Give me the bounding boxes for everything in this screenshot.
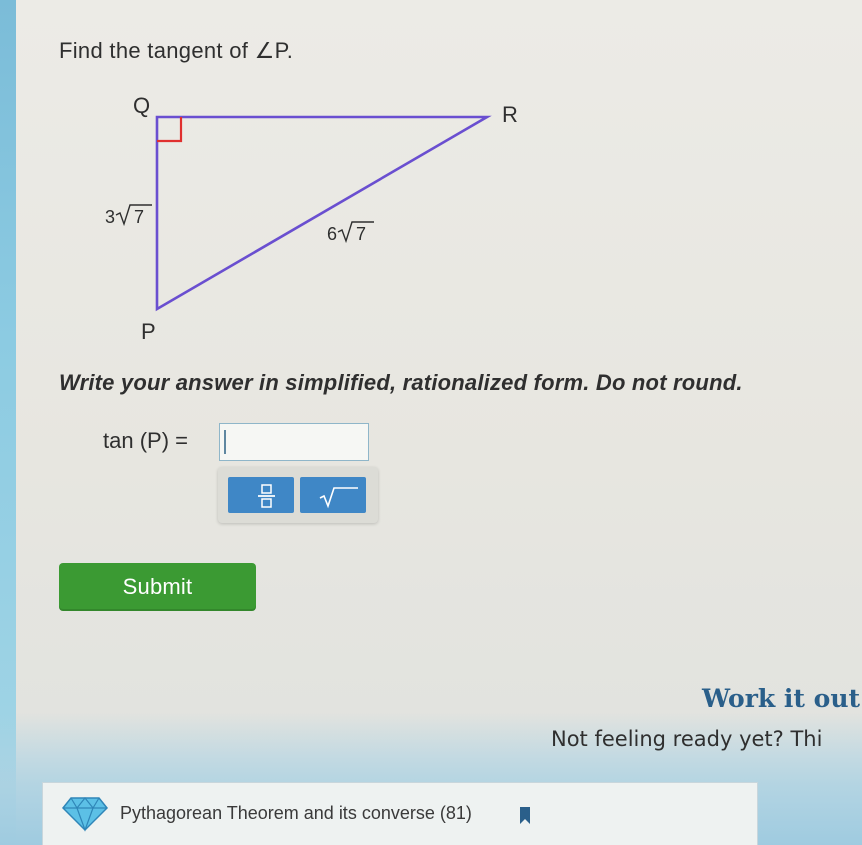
fraction-icon [258,484,275,508]
work-it-out-heading: Work it out [702,684,861,713]
side-label-qp: 3 7 [105,204,152,227]
bookmark-icon[interactable] [519,807,531,825]
answer-label: tan (P) = [103,428,188,453]
text-cursor [224,430,226,454]
diamond-gem-icon [61,797,109,832]
square-root-button[interactable] [300,477,366,513]
triangle-diagram: Q R P 3 7 6 7 [105,93,518,344]
triangle-shape [155,115,492,312]
instruction-text: Write your answer in simplified, rationa… [59,370,743,395]
fraction-button[interactable] [228,477,294,513]
skill-name[interactable]: Pythagorean Theorem and its converse (81… [120,803,472,824]
submit-button[interactable]: Submit [59,563,256,611]
right-angle-marker [157,117,183,143]
not-ready-text: Not feeling ready yet? Thi [551,727,823,751]
skill-link-card[interactable]: Pythagorean Theorem and its converse (81… [42,782,758,845]
side-label-pr: 6 7 [327,221,374,244]
vertex-label-p: P [141,319,156,344]
side-pr-radicand: 7 [356,224,366,244]
side-qp-radicand: 7 [134,207,144,227]
side-qp-coefficient: 3 [105,207,115,227]
side-pr-coefficient: 6 [327,224,337,244]
square-root-icon [319,487,358,509]
math-input-palette [218,467,378,523]
vertex-label-r: R [502,102,518,127]
answer-input[interactable] [219,423,369,461]
vertex-label-q: Q [133,93,150,118]
